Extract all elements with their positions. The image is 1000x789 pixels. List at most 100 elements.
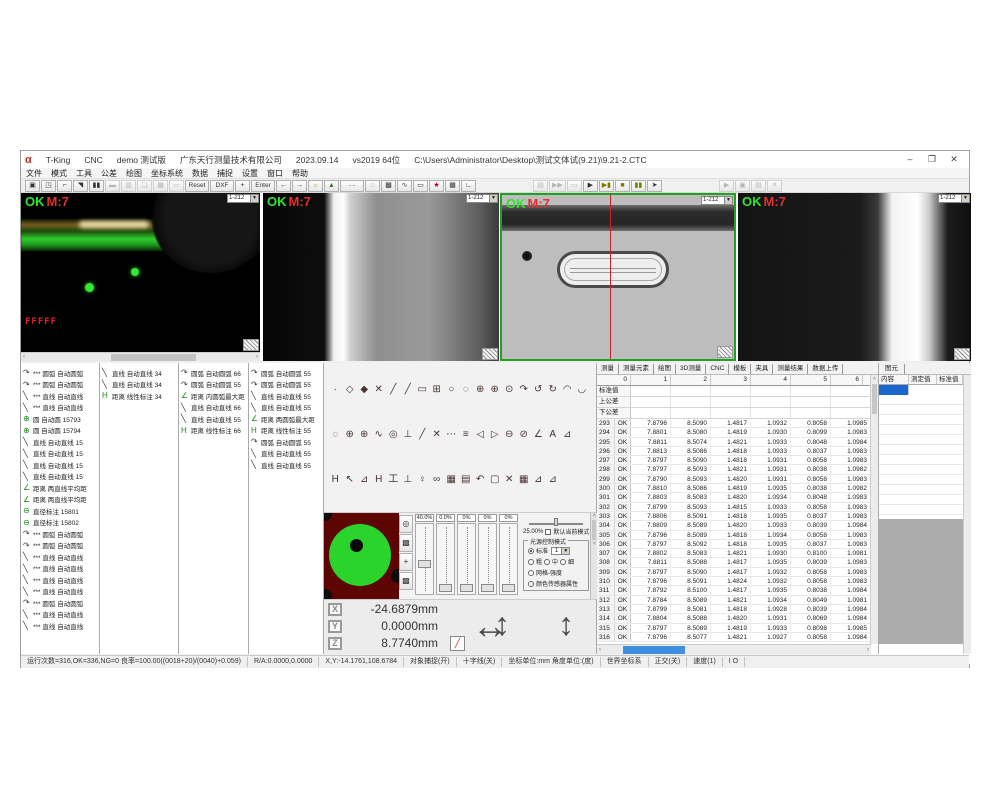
element-list-item[interactable]: ╲ 直线 自动直线 55 — [249, 402, 323, 414]
toolbar-button[interactable]: ▩ — [381, 180, 396, 192]
palette-tool-button[interactable]: ✕ — [372, 383, 387, 397]
slider-thumb[interactable] — [502, 584, 515, 592]
toolbar-run-button[interactable]: ■ — [615, 180, 630, 192]
element-list-item[interactable]: ∠ 距离 两直线平均距 — [21, 482, 99, 494]
results-tab[interactable]: CNC — [706, 364, 729, 374]
palette-tool-button[interactable]: ⊕ — [488, 383, 503, 397]
channel-select[interactable]: 1▼ — [551, 547, 570, 555]
element-list-item[interactable]: ╲ 直线 自动直线 66 — [179, 402, 248, 414]
table-row[interactable]: 306 OK 7.8797 8.5092 1.4818 1.0935 0.803… — [597, 540, 878, 549]
palette-tool-button[interactable]: · — [328, 383, 343, 397]
menu-item[interactable]: 捕捉 — [217, 168, 233, 179]
toolbar-button[interactable]: ▮▮ — [89, 180, 104, 192]
palette-tool-button[interactable]: ◁ — [473, 428, 488, 442]
toolbar-button[interactable]: - - — [340, 180, 364, 192]
element-list-item[interactable]: ╲ 直线 自动直线 15 — [21, 448, 99, 460]
column-header[interactable]: 3 — [711, 375, 751, 385]
element-list-item[interactable]: ∠ 距离 两直线平均距 — [21, 494, 99, 506]
table-vertical-scrollbar[interactable]: ˄ — [870, 375, 878, 644]
palette-tool-button[interactable]: ∿ — [372, 428, 387, 442]
toolbar-run-button[interactable]: ▶ — [583, 180, 598, 192]
toolbar-button[interactable]: ▭ — [169, 180, 184, 192]
toolbar-button[interactable]: + — [235, 180, 250, 192]
toolbar-run-button[interactable]: ▭ — [567, 180, 582, 192]
camera-view-1[interactable]: OKM:7 1-212▼ FFFFF ‹ › — [21, 193, 260, 361]
palette-tool-button[interactable]: ◎ — [386, 428, 401, 442]
coarse-radio[interactable] — [528, 559, 534, 565]
palette-tool-button[interactable]: ∞ — [430, 473, 445, 487]
ring-segment-button[interactable]: ◎ — [399, 515, 413, 533]
element-list-item[interactable]: ↷ 圆弧 自动圆弧 55 — [249, 367, 323, 379]
palette-tool-button[interactable]: ▦ — [444, 473, 459, 487]
palette-tool-button[interactable]: 工 — [386, 473, 401, 487]
jog-xy-arrows-icon[interactable]: ↕ — [494, 604, 510, 644]
element-list-item[interactable]: ╲ *** 直线 自动直线 — [21, 620, 99, 632]
column-header[interactable]: 6 — [831, 375, 863, 385]
palette-tool-button[interactable]: ╱ — [401, 383, 416, 397]
table-row[interactable]: 297 OK 7.8797 8.5090 1.4818 1.0931 0.805… — [597, 456, 878, 465]
toolbar-button[interactable]: ▶ — [719, 180, 734, 192]
column-header[interactable]: 5 — [791, 375, 831, 385]
element-list-item[interactable]: ↷ *** 圆弧 自动圆弧 — [21, 597, 99, 609]
palette-tool-button[interactable]: ⊿ — [531, 473, 546, 487]
element-list-item[interactable]: ╲ *** 直线 自动直线 — [21, 609, 99, 621]
element-list-item[interactable]: ╲ *** 直线 自动直线 — [21, 574, 99, 586]
palette-tool-button[interactable]: ▢ — [488, 473, 503, 487]
palette-tool-button[interactable]: ◆ — [357, 383, 372, 397]
element-list-item[interactable]: ╲ 直线 自动直线 34 — [100, 367, 178, 379]
palette-tool-button[interactable]: ⊿ — [546, 473, 561, 487]
palette-tool-button[interactable]: ✕ — [430, 428, 445, 442]
palette-tool-button[interactable]: ⊿ — [560, 428, 575, 442]
palette-tool-button[interactable]: ∠ — [531, 428, 546, 442]
palette-tool-button[interactable]: H — [328, 473, 343, 487]
element-list-item[interactable]: ∠ 距离 两圆弧最大距 — [249, 413, 323, 425]
detail-scrollbar[interactable] — [963, 375, 971, 654]
toolbar-button[interactable]: ▲ — [324, 180, 339, 192]
palette-tool-button[interactable]: ↺ — [531, 383, 546, 397]
column-header[interactable]: 0 — [597, 375, 631, 385]
toolbar-run-button[interactable]: ➤ — [647, 180, 662, 192]
results-tab[interactable]: 3D测量 — [676, 364, 706, 374]
column-header[interactable]: 4 — [751, 375, 791, 385]
table-row[interactable]: 295 OK 7.8811 8.5074 1.4821 1.0933 0.804… — [597, 438, 878, 447]
toolbar-button[interactable]: ▦ — [153, 180, 168, 192]
palette-tool-button[interactable]: ⊞ — [430, 383, 445, 397]
palette-tool-button[interactable]: ↷ — [517, 383, 532, 397]
menu-item[interactable]: 设置 — [242, 168, 258, 179]
table-row[interactable]: 上公差 — [597, 397, 878, 408]
resize-grip-icon[interactable] — [717, 346, 733, 358]
table-row[interactable]: 303 OK 7.8806 8.5091 1.4818 1.0935 0.803… — [597, 512, 878, 521]
element-list-item[interactable]: ╲ 直线 自动直线 34 — [100, 379, 178, 391]
slider-thumb[interactable] — [418, 560, 431, 568]
scrollbar-thumb[interactable] — [623, 646, 685, 654]
palette-tool-button[interactable]: ⊕ — [357, 428, 372, 442]
palette-tool-button[interactable]: ≡ — [459, 428, 474, 442]
slider-thumb[interactable] — [481, 584, 494, 592]
element-list-item[interactable]: ╲ *** 直线 自动直线 — [21, 563, 99, 575]
element-list-item[interactable]: ╲ 直线 自动直线 15 — [21, 436, 99, 448]
table-row[interactable]: 316 OK 7.8796 8.5077 1.4821 1.0927 0.805… — [597, 633, 878, 642]
toolbar-button[interactable]: ▭ — [413, 180, 428, 192]
palette-tool-button[interactable]: ◡ — [575, 383, 590, 397]
results-tab[interactable]: 测量 — [597, 364, 619, 374]
element-list-item[interactable]: H 距离 线性标注 66 — [179, 425, 248, 437]
element-list-item[interactable]: ↷ *** 圆弧 自动圆弧 — [21, 379, 99, 391]
palette-tool-button[interactable]: ⊕ — [473, 383, 488, 397]
element-list-item[interactable]: ╲ 直线 自动直线 55 — [249, 448, 323, 460]
table-row[interactable]: 下公差 — [597, 408, 878, 419]
palette-tool-button[interactable]: ○ — [444, 383, 459, 397]
menu-item[interactable]: 公差 — [101, 168, 117, 179]
element-list-item[interactable]: ⊖ 直径标注 15801 — [21, 505, 99, 517]
camera-mode-combo[interactable]: 1-212▼ — [701, 196, 733, 205]
camera-view-3-selected[interactable]: OKM:7 1-212▼ — [500, 193, 736, 361]
camera-view-4[interactable]: OKM:7 1-212▼ — [738, 193, 971, 361]
resize-grip-icon[interactable] — [243, 339, 259, 351]
menu-item[interactable]: 模式 — [51, 168, 67, 179]
default-mode-checkbox[interactable] — [545, 529, 551, 535]
palette-tool-button[interactable]: ♀ — [415, 473, 430, 487]
palette-tool-button[interactable]: ▭ — [415, 383, 430, 397]
table-row[interactable]: 标准值 — [597, 386, 878, 397]
scroll-left-icon[interactable]: ‹ — [599, 645, 601, 655]
palette-tool-button[interactable]: ╱ — [386, 383, 401, 397]
palette-tool-button[interactable]: ⊿ — [357, 473, 372, 487]
